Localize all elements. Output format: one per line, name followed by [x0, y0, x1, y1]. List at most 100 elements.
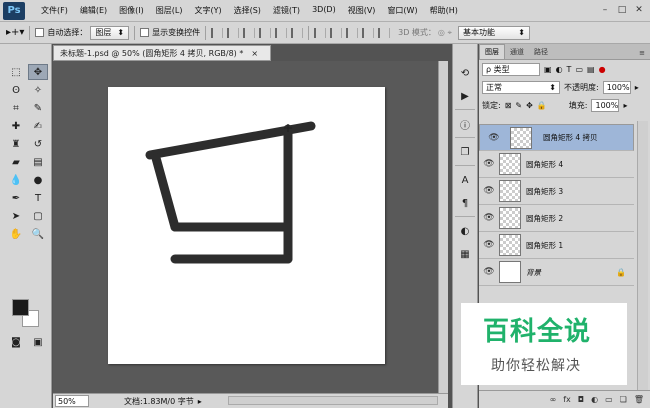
menu-image[interactable]: 图像(I)	[113, 5, 150, 16]
paragraph-panel-icon[interactable]: ¶	[455, 194, 475, 212]
menu-help[interactable]: 帮助(H)	[424, 5, 464, 16]
zoom-tool-icon[interactable]: 🔍	[28, 226, 48, 242]
adjustments-panel-icon[interactable]: ◐	[455, 222, 475, 240]
close-icon[interactable]: ✕	[632, 3, 646, 16]
layer-row[interactable]: 👁 圆角矩形 1	[479, 232, 634, 259]
new-adjustment-icon[interactable]: ◐	[591, 395, 598, 404]
layer-row[interactable]: 👁 圆角矩形 2	[479, 205, 634, 232]
workspace-dropdown[interactable]: 基本功能 ⬍	[457, 25, 530, 40]
lock-all-icon[interactable]: 🔒	[537, 101, 547, 110]
filter-kind-dropdown[interactable]: ρ 类型	[482, 62, 540, 76]
align-right-icon[interactable]	[291, 27, 304, 38]
fill-input[interactable]: 100%	[591, 98, 620, 112]
actions-panel-icon[interactable]: ▶	[455, 87, 475, 105]
foreground-color-swatch[interactable]	[12, 299, 29, 316]
lock-transparent-icon[interactable]: ⊠	[505, 101, 512, 110]
type-tool-icon[interactable]: T	[28, 190, 48, 206]
shape-tool-icon[interactable]: ▢	[28, 208, 48, 224]
clone-source-icon[interactable]: ❐	[455, 143, 475, 161]
menu-window[interactable]: 窗口(W)	[381, 5, 423, 16]
dodge-tool-icon[interactable]: ●	[28, 172, 48, 188]
lock-pixels-icon[interactable]: ✎	[515, 101, 522, 110]
healing-brush-tool-icon[interactable]: ✚	[6, 118, 26, 134]
opacity-input[interactable]: 100%	[602, 80, 631, 94]
filter-shape-icon[interactable]: ▭	[575, 65, 583, 74]
new-layer-icon[interactable]: ❏	[620, 395, 627, 404]
hand-tool-icon[interactable]: ✋	[6, 226, 26, 242]
info-panel-icon[interactable]: ⓘ	[455, 115, 475, 133]
align-bottom-icon[interactable]	[243, 27, 256, 38]
align-hcenter-icon[interactable]	[275, 27, 288, 38]
menu-filter[interactable]: 滤镜(T)	[267, 5, 306, 16]
eye-icon[interactable]: 👁	[484, 133, 504, 143]
panel-menu-icon[interactable]: ≡	[634, 47, 650, 59]
filter-pixel-icon[interactable]: ▣	[544, 65, 552, 74]
eyedropper-tool-icon[interactable]: ✎	[28, 100, 48, 116]
link-layers-icon[interactable]: ∞	[550, 395, 557, 404]
history-panel-icon[interactable]: ⟲	[455, 64, 475, 82]
eraser-tool-icon[interactable]: ▰	[6, 154, 26, 170]
filter-toggle-icon[interactable]: ●	[599, 65, 606, 74]
clone-stamp-tool-icon[interactable]: ♜	[6, 136, 26, 152]
menu-3d[interactable]: 3D(D)	[306, 5, 342, 16]
add-mask-icon[interactable]: ◘	[578, 395, 584, 404]
crop-tool-icon[interactable]: ⌗	[6, 100, 26, 116]
swatches-panel-icon[interactable]: ▦	[455, 245, 475, 263]
quick-mask-icon[interactable]: ◙	[6, 334, 26, 350]
distribute-bottom-icon[interactable]	[346, 27, 359, 38]
move-tool-preset-icon[interactable]: ▸+▾	[6, 27, 24, 38]
canvas[interactable]	[108, 87, 385, 364]
filter-adjustment-icon[interactable]: ◐	[556, 65, 563, 74]
info-arrow-icon[interactable]: ▸	[198, 397, 202, 406]
align-top-icon[interactable]	[211, 27, 224, 38]
align-vcenter-icon[interactable]	[227, 27, 240, 38]
menu-file[interactable]: 文件(F)	[35, 5, 74, 16]
path-selection-tool-icon[interactable]: ➤	[6, 208, 26, 224]
auto-select-checkbox[interactable]	[35, 28, 45, 37]
menu-select[interactable]: 选择(S)	[228, 5, 267, 16]
blur-tool-icon[interactable]: 💧	[6, 172, 26, 188]
lock-position-icon[interactable]: ✥	[526, 101, 533, 110]
distribute-vcenter-icon[interactable]	[330, 27, 343, 38]
menu-type[interactable]: 文字(Y)	[188, 5, 227, 16]
pen-tool-icon[interactable]: ✒	[6, 190, 26, 206]
menu-edit[interactable]: 编辑(E)	[74, 5, 113, 16]
layer-row[interactable]: 👁 圆角矩形 4	[479, 151, 634, 178]
character-panel-icon[interactable]: A	[455, 171, 475, 189]
document-tab[interactable]: 未标题-1.psd @ 50% (圆角矩形 4 拷贝, RGB/8) * ×	[53, 45, 271, 61]
eye-icon[interactable]: 👁	[479, 267, 499, 277]
filter-type-icon[interactable]: T	[567, 65, 572, 74]
marquee-tool-icon[interactable]: ⬚	[6, 64, 26, 80]
delete-layer-icon[interactable]: 🗑	[634, 395, 644, 404]
layer-row[interactable]: 👁 背景 🔒	[479, 259, 634, 286]
auto-select-dropdown[interactable]: 图层 ⬍	[90, 25, 130, 40]
chevron-down-icon[interactable]: ▸	[635, 83, 639, 92]
brush-tool-icon[interactable]: ✍	[28, 118, 48, 134]
tab-layers[interactable]: 图层	[479, 44, 505, 59]
close-tab-icon[interactable]: ×	[251, 49, 258, 58]
eye-icon[interactable]: 👁	[479, 159, 499, 169]
layers-scrollbar[interactable]	[637, 121, 648, 391]
lasso-tool-icon[interactable]: ʘ	[6, 82, 26, 98]
align-left-icon[interactable]	[259, 27, 272, 38]
vertical-scrollbar[interactable]	[438, 61, 448, 393]
screen-mode-icon[interactable]: ▣	[28, 334, 48, 350]
menu-layer[interactable]: 图层(L)	[150, 5, 189, 16]
eye-icon[interactable]: 👁	[479, 186, 499, 196]
new-group-icon[interactable]: ▭	[605, 395, 613, 404]
eye-icon[interactable]: 👁	[479, 213, 499, 223]
distribute-left-icon[interactable]	[362, 27, 375, 38]
horizontal-scrollbar[interactable]	[228, 396, 438, 405]
chevron-down-icon[interactable]: ▸	[623, 101, 627, 110]
blend-mode-dropdown[interactable]: 正常 ⬍	[482, 80, 560, 94]
maximize-icon[interactable]: □	[615, 3, 629, 16]
distribute-hcenter-icon[interactable]	[378, 27, 391, 38]
move-tool-icon[interactable]: ✥	[28, 64, 48, 80]
3d-mode-icons[interactable]: ◎ ⌖	[438, 28, 452, 38]
tab-channels[interactable]: 通道	[505, 45, 529, 59]
filter-smart-icon[interactable]: ▤	[587, 65, 595, 74]
history-brush-tool-icon[interactable]: ↺	[28, 136, 48, 152]
layer-row[interactable]: 👁 圆角矩形 3	[479, 178, 634, 205]
zoom-input[interactable]: 50%	[55, 395, 89, 407]
magic-wand-tool-icon[interactable]: ✧	[28, 82, 48, 98]
